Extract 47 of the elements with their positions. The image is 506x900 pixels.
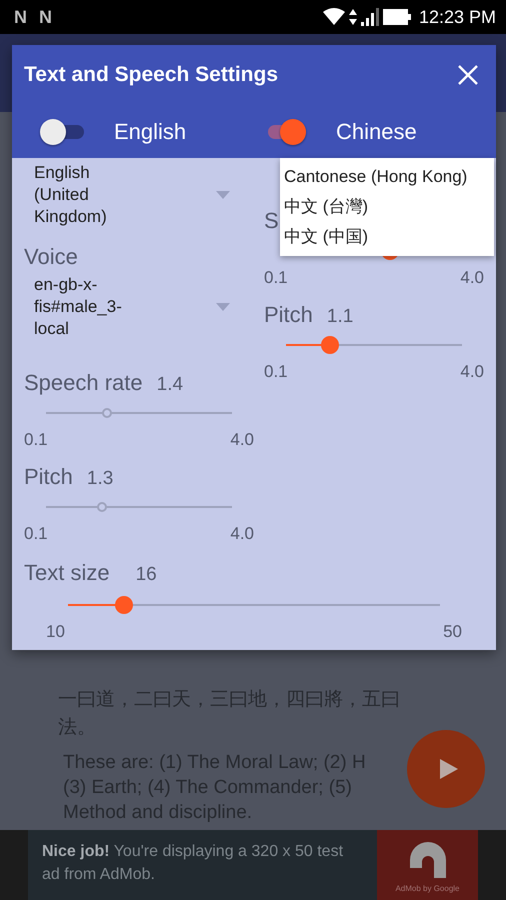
data-arrows-icon (348, 8, 357, 26)
min-value: 0.1 (24, 430, 48, 450)
slider-thumb[interactable] (114, 596, 133, 614)
slider-value: 16 (136, 564, 157, 586)
clock: 12:23 PM (418, 6, 496, 28)
ad-text: Nice job! You're displaying a 320 x 50 test ad from AdMob. (41, 842, 344, 885)
max-value: 4.0 (460, 362, 484, 382)
max-value: 4.0 (230, 430, 254, 450)
min-value: 10 (46, 622, 65, 642)
dropdown-arrow-icon (216, 303, 230, 311)
slider-thumb[interactable] (321, 336, 339, 354)
slider-value: 1.4 (156, 374, 184, 396)
language-switch[interactable] (40, 118, 86, 146)
min-value: 0.1 (264, 268, 288, 288)
dropdown-arrow-icon (216, 191, 230, 199)
play-icon (440, 759, 458, 779)
slider-label: Speech rate (24, 370, 143, 396)
max-value: 4.0 (460, 268, 484, 288)
notification-icon: N (39, 6, 52, 28)
slider-label: Pitch (24, 464, 73, 490)
min-value: 0.1 (24, 524, 48, 544)
min-value: 0.1 (264, 362, 288, 382)
max-value: 4.0 (230, 524, 254, 544)
slider-label: Pitch (264, 302, 313, 328)
slider-label: S (264, 208, 279, 234)
max-value: 50 (443, 622, 462, 642)
slider-value: 1.3 (86, 468, 114, 490)
battery-icon (382, 9, 411, 25)
slider-value: 1.1 (326, 306, 354, 328)
ad-caption: AdMob by Google (395, 884, 460, 892)
menu-item[interactable]: 中文 (台灣) (280, 192, 494, 222)
signal-icon (360, 8, 379, 26)
slider-label: Text size (24, 560, 110, 586)
ad-banner[interactable]: Nice job! You're displaying a 320 x 50 test ad from AdMob. AdMob by Google (0, 830, 506, 900)
slider-thumb[interactable] (96, 502, 107, 512)
close-icon (458, 65, 478, 85)
slider-thumb[interactable] (102, 408, 112, 418)
voice-label: Voice (24, 244, 79, 270)
menu-item[interactable]: 中文 (中国) (280, 222, 494, 252)
notification-icon: N (14, 6, 27, 28)
dialog-title: Text and Speech Settings (24, 63, 278, 87)
menu-item[interactable]: Cantonese (Hong Kong) (280, 162, 494, 192)
language-dropdown[interactable]: English (United Kingdom) (24, 162, 254, 228)
language-label: Chinese (336, 118, 417, 144)
language-label: English (114, 118, 186, 144)
wifi-icon (322, 8, 345, 26)
voice-dropdown[interactable]: en-gb-x-fis#male_3-local (24, 274, 254, 340)
